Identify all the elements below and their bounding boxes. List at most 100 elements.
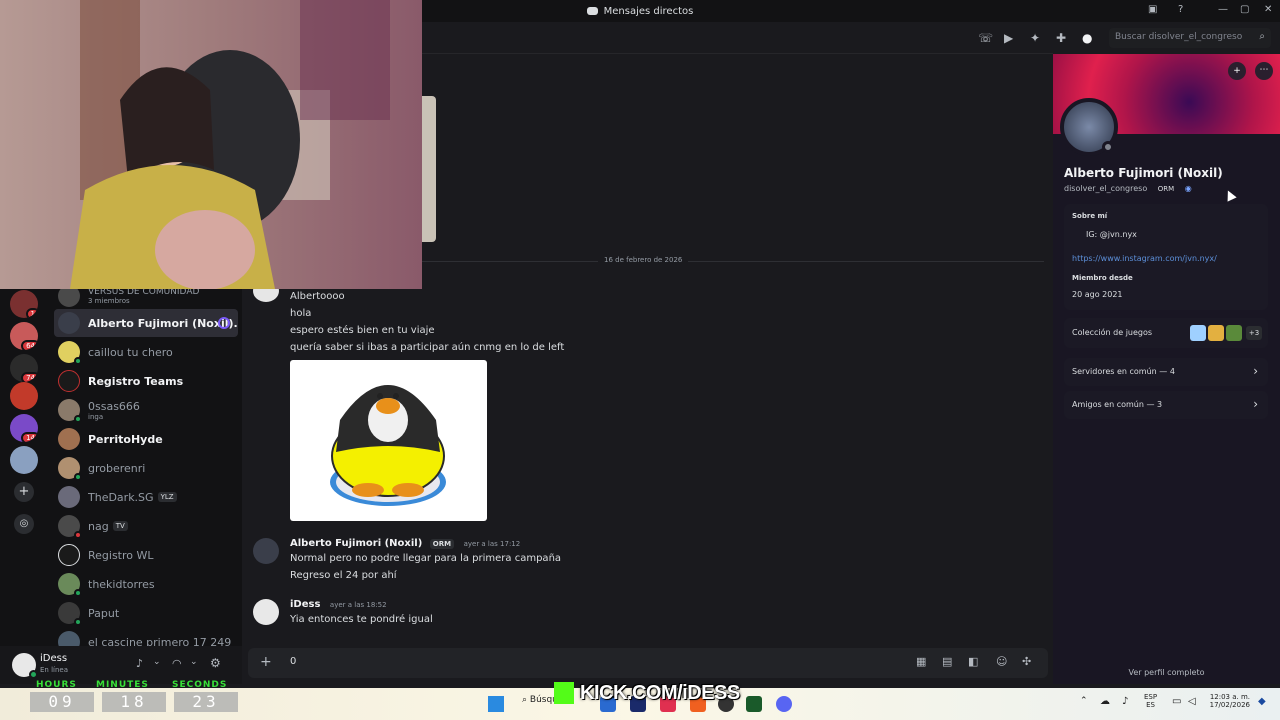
pin-icon[interactable]: ✦ — [1030, 31, 1040, 45]
user-profile-icon[interactable]: ● — [1082, 31, 1092, 45]
view-full-profile-button[interactable]: Ver perfil completo — [1053, 668, 1280, 677]
language-sub: ES — [1146, 701, 1155, 709]
discover-icon[interactable]: ◎ — [14, 514, 34, 534]
webcam-feed-image — [0, 0, 422, 289]
friends-in-common-label: Amigos en común — 3 — [1072, 400, 1163, 409]
call-icon[interactable]: ☏ — [978, 31, 993, 45]
dm-item[interactable]: Paput — [54, 599, 238, 627]
headphones-icon[interactable]: ◠ — [172, 657, 182, 670]
search-input[interactable]: Buscar disolver_el_congreso ⌕ — [1109, 28, 1271, 48]
add-attachment-icon[interactable]: + — [260, 654, 272, 670]
dm-item[interactable]: nag TV — [54, 512, 238, 540]
add-friends-icon[interactable]: ✚ — [1056, 31, 1066, 45]
message-line: Albertoooo — [290, 291, 345, 302]
language-indicator[interactable]: ESP ES — [1144, 693, 1157, 709]
guild-tag-badge: TV — [112, 521, 128, 531]
message-avatar[interactable] — [253, 538, 279, 564]
message-composer[interactable]: + 0 ▦ ▤ ◧ ☺ ✣ — [248, 648, 1048, 678]
dm-item-name: nag — [88, 519, 109, 533]
dm-item[interactable]: PerritoHyde — [54, 425, 238, 453]
server-icon[interactable] — [10, 446, 38, 474]
message-avatar[interactable] — [253, 599, 279, 625]
dm-item[interactable]: thekidtorres — [54, 570, 238, 598]
settings-gear-icon[interactable]: ⚙ — [210, 656, 221, 670]
penguin-image-attachment[interactable] — [290, 360, 487, 521]
close-button[interactable]: ✕ — [1264, 4, 1272, 15]
emoji-icon[interactable]: ☺ — [996, 655, 1007, 668]
message-timestamp: ayer a las 18:52 — [329, 601, 387, 609]
app-icon[interactable] — [746, 696, 762, 712]
chevron-down-icon[interactable]: ⌄ — [153, 657, 161, 667]
volume-icon[interactable]: ◁ — [1188, 696, 1196, 707]
video-call-icon[interactable]: ▶ — [1004, 31, 1013, 45]
profile-username: disolver_el_congreso — [1064, 184, 1148, 193]
timer-label: HOURS — [36, 680, 77, 690]
sticker-icon[interactable]: ◧ — [968, 655, 978, 668]
add-friend-icon[interactable]: + — [1228, 62, 1246, 80]
cloud-icon[interactable]: ☁ — [1100, 696, 1110, 707]
clock[interactable]: 12:03 a. m. 17/02/2026 — [1206, 693, 1250, 709]
message-line: Regreso el 24 por ahí — [290, 570, 397, 581]
dm-item[interactable]: VERSUS DE COMUNIDAD 3 miembros — [54, 286, 238, 310]
dm-item[interactable]: 0ssas666 inga — [54, 396, 238, 424]
windows-start-icon[interactable] — [488, 696, 504, 712]
discord-taskbar-icon[interactable] — [776, 696, 792, 712]
game-collection-label: Colección de juegos — [1072, 328, 1153, 337]
microphone-tray-icon[interactable]: ♪ — [1122, 696, 1128, 707]
avatar — [58, 486, 80, 508]
notification-bell-icon[interactable]: ◆ — [1258, 696, 1266, 707]
server-icon[interactable]: 64 — [10, 322, 38, 350]
dm-item[interactable]: caillou tu chero — [54, 338, 238, 366]
microphone-icon[interactable]: ♪ — [136, 657, 143, 670]
attachment-image[interactable] — [422, 96, 436, 242]
chevron-right-icon: › — [1253, 364, 1258, 378]
servers-in-common-row[interactable]: Servidores en común — 4 › — [1064, 358, 1268, 386]
server-icon[interactable] — [10, 382, 38, 410]
composer-input-value[interactable]: 0 — [290, 656, 296, 667]
game-icon — [1190, 325, 1206, 341]
user-status-dot — [29, 670, 38, 679]
message-author[interactable]: iDess — [290, 599, 320, 610]
avatar — [58, 370, 80, 392]
chevron-down-icon[interactable]: ⌄ — [190, 657, 198, 667]
dm-item[interactable]: el cascine primero 17 249 — [54, 628, 238, 646]
online-status-dot — [74, 415, 82, 423]
message-author[interactable]: Alberto Fujimori (Noxil) — [290, 538, 422, 549]
dm-item[interactable]: Alberto Fujimori (Noxil)... — [54, 309, 238, 337]
dm-item[interactable]: Registro WL — [54, 541, 238, 569]
user-name[interactable]: iDess — [40, 653, 67, 664]
penguin-illustration — [330, 385, 446, 506]
network-icon[interactable]: ▭ — [1172, 696, 1181, 707]
activity-icon — [218, 317, 230, 329]
about-link[interactable]: https://www.instagram.com/jvn.nyx/ — [1072, 254, 1217, 263]
mention-badge: 74 — [21, 372, 38, 382]
dm-item[interactable]: Registro Teams — [54, 367, 238, 395]
dm-item[interactable]: TheDark.SG YLZ — [54, 483, 238, 511]
search-icon: ⌕ — [1259, 31, 1265, 42]
add-server-icon[interactable]: + — [14, 482, 34, 502]
dm-item[interactable]: groberenri — [54, 454, 238, 482]
server-icon[interactable]: 74 — [10, 354, 38, 382]
server-icon[interactable]: 14 — [10, 414, 38, 442]
stream-timer-overlay: HOURS MINUTES SECONDS 09 18 23 — [30, 680, 240, 714]
profile-about-card: Sobre mí IG: @jvn.nyx https://www.instag… — [1064, 204, 1268, 310]
game-collection-row[interactable]: Colección de juegos +3 — [1064, 318, 1268, 348]
maximize-button[interactable]: ▢ — [1240, 4, 1249, 15]
user-panel: iDess En línea ♪ ⌄ ◠ ⌄ ⚙ — [0, 646, 242, 684]
online-status-dot — [74, 357, 82, 365]
gift-icon[interactable]: ▦ — [916, 655, 926, 668]
dm-item-name: TheDark.SG — [88, 490, 154, 504]
inbox-icon[interactable]: ▣ — [1148, 4, 1157, 15]
about-ig: IG: @jvn.nyx — [1086, 230, 1137, 239]
dm-item-name: Registro WL — [88, 548, 154, 562]
server-icon[interactable]: 1 — [10, 290, 38, 318]
dm-list: VERSUS DE COMUNIDAD 3 miembros Alberto F… — [48, 286, 242, 646]
gif-icon[interactable]: ▤ — [942, 655, 952, 668]
user-status-text: En línea — [40, 666, 69, 674]
friends-in-common-row[interactable]: Amigos en común — 3 › — [1064, 391, 1268, 419]
help-icon[interactable]: ? — [1178, 4, 1183, 15]
tray-chevron-icon[interactable]: ⌃ — [1080, 696, 1088, 706]
minimize-button[interactable]: — — [1218, 4, 1228, 15]
more-options-icon[interactable]: ⋯ — [1255, 62, 1273, 80]
apps-icon[interactable]: ✣ — [1022, 655, 1031, 668]
